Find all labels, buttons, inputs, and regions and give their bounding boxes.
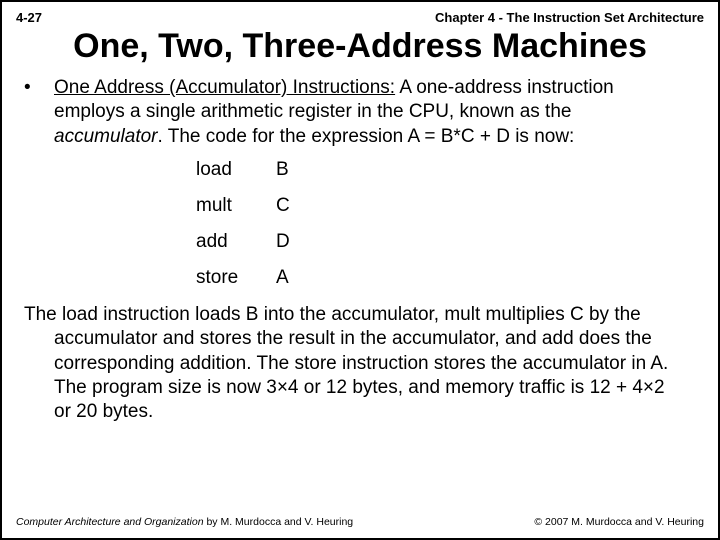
code-table: load B mult C add D store A (196, 159, 704, 289)
code-op: load (196, 159, 276, 181)
footer-authors: by M. Murdocca and V. Heuring (204, 516, 354, 528)
slide-title: One, Two, Three-Address Machines (16, 27, 704, 66)
explain-line3: corresponding addition. The store instru… (54, 352, 696, 376)
bullet-line2: employs a single arithmetic register in … (54, 100, 696, 124)
code-arg: A (276, 267, 289, 289)
code-op: store (196, 267, 276, 289)
page-number: 4-27 (16, 10, 42, 25)
footer-left: Computer Architecture and Organization b… (16, 516, 353, 528)
bullet-line3: accumulator. The code for the expression… (54, 125, 696, 149)
explanation-paragraph: The load instruction loads B into the ac… (24, 303, 696, 425)
slide-header: 4-27 Chapter 4 - The Instruction Set Arc… (16, 10, 704, 25)
code-op: mult (196, 195, 276, 217)
code-arg: C (276, 195, 290, 217)
code-row: add D (196, 231, 704, 253)
slide-footer: Computer Architecture and Organization b… (16, 516, 704, 528)
bullet-lead: One Address (Accumulator) Instructions: (54, 77, 395, 98)
footer-copyright: © 2007 M. Murdocca and V. Heuring (534, 516, 704, 528)
slide: 4-27 Chapter 4 - The Instruction Set Arc… (0, 0, 720, 540)
bullet-line1: One Address (Accumulator) Instructions: … (54, 76, 614, 100)
explain-line1: The load instruction loads B into the ac… (24, 304, 641, 325)
code-arg: B (276, 159, 289, 181)
bullet-rest1: A one-address instruction (395, 77, 614, 98)
book-title: Computer Architecture and Organization (16, 516, 204, 528)
code-op: add (196, 231, 276, 253)
code-row: load B (196, 159, 704, 181)
chapter-label: Chapter 4 - The Instruction Set Architec… (435, 10, 704, 25)
code-row: mult C (196, 195, 704, 217)
bullet-line3-rest: . The code for the expression A = B*C + … (158, 126, 575, 147)
code-row: store A (196, 267, 704, 289)
bullet-mark: • (24, 76, 54, 100)
bullet-accumulator-word: accumulator (54, 126, 158, 147)
bullet-paragraph: • One Address (Accumulator) Instructions… (24, 76, 696, 149)
explain-line4: The program size is now 3×4 or 12 bytes,… (54, 376, 696, 400)
code-arg: D (276, 231, 290, 253)
explain-line5: or 20 bytes. (54, 400, 696, 424)
explain-line2: accumulator and stores the result in the… (54, 327, 696, 351)
